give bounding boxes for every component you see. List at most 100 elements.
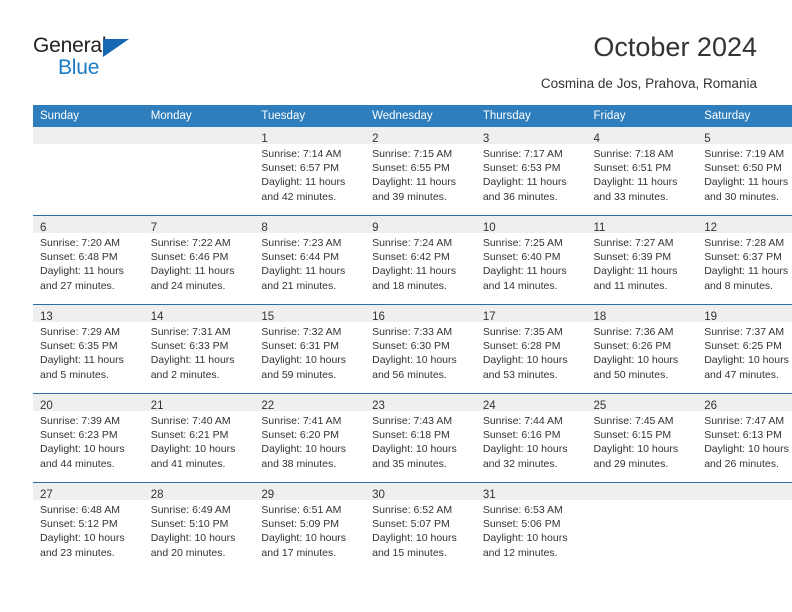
calendar-day-cell[interactable]: 9 Sunrise: 7:24 AM Sunset: 6:42 PM Daylight… bbox=[365, 215, 476, 305]
day-detail-line: Sunset: 6:30 PM bbox=[372, 340, 450, 353]
calendar-day-cell[interactable]: 10 Sunrise: 7:25 AM Sunset: 6:40 PM Dayligh… bbox=[475, 215, 587, 305]
day-detail-line: Sunset: 6:18 PM bbox=[372, 429, 450, 442]
day-detail-line: Sunrise: 7:15 AM bbox=[372, 148, 453, 160]
day-detail-line: and 17 minutes. bbox=[261, 546, 337, 559]
day-detail-line: Sunrise: 7:47 AM bbox=[704, 415, 785, 427]
day-detail-line: Sunrise: 7:39 AM bbox=[40, 415, 120, 427]
calendar-day-cell[interactable]: 19 Sunrise: 7:37 AM Sunset: 6:25 PM Dayligh… bbox=[697, 304, 792, 394]
calendar-day-cell[interactable]: 2 Sunrise: 7:15 AM Sunset: 6:55 PM Daylight… bbox=[365, 127, 476, 216]
date-strip: 10 bbox=[475, 216, 587, 234]
calendar-day-cell[interactable]: 23 Sunrise: 7:43 AM Sunset: 6:18 PM Dayligh… bbox=[365, 393, 476, 483]
day-number: 27 bbox=[40, 489, 53, 501]
calendar-day-cell[interactable]: 12 Sunrise: 7:28 AM Sunset: 6:37 PM Dayligh… bbox=[697, 215, 792, 305]
calendar-grid: Sunday Monday Tuesday Wednesday Thursday Frid… bbox=[33, 105, 792, 571]
day-detail-line: Sunrise: 7:24 AM bbox=[372, 237, 453, 249]
day-details: Sunrise: 6:48 AM Sunset: 5:12 PM Daylight:… bbox=[33, 500, 144, 560]
day-details: Sunrise: 7:19 AM Sunset: 6:50 PM Daylight:… bbox=[697, 144, 792, 204]
day-detail-line: Daylight: 11 hours bbox=[40, 354, 124, 367]
calendar-day-cell[interactable]: 22 Sunrise: 7:41 AM Sunset: 6:20 PM Dayligh… bbox=[254, 393, 366, 483]
day-detail-line: and 15 minutes. bbox=[372, 546, 447, 559]
calendar-day-cell[interactable]: 8 Sunrise: 7:23 AM Sunset: 6:44 PM Daylight… bbox=[254, 215, 366, 305]
day-details: Sunrise: 7:22 AM Sunset: 6:46 PM Daylight:… bbox=[144, 233, 255, 293]
day-detail-line: Sunset: 6:23 PM bbox=[40, 429, 118, 442]
calendar-day-cell[interactable]: 24 Sunrise: 7:44 AM Sunset: 6:16 PM Dayligh… bbox=[475, 393, 587, 483]
day-detail-line: Sunset: 6:40 PM bbox=[482, 251, 561, 264]
date-strip bbox=[143, 127, 255, 144]
day-number: 19 bbox=[704, 311, 718, 323]
date-strip: 21 bbox=[143, 394, 255, 412]
calendar-week-row: 1 Sunrise: 7:14 AM Sunset: 6:57 PM Daylight… bbox=[33, 127, 792, 216]
calendar-day-cell[interactable]: 28 Sunrise: 6:49 AM Sunset: 5:10 PM Dayligh… bbox=[143, 482, 255, 571]
date-strip: 31 bbox=[475, 483, 587, 501]
day-number: 21 bbox=[150, 400, 164, 412]
day-detail-line: Daylight: 11 hours bbox=[261, 265, 346, 278]
day-number: 25 bbox=[593, 400, 607, 412]
day-number: 14 bbox=[150, 311, 164, 323]
date-strip: 1 bbox=[254, 127, 366, 145]
date-strip: 12 bbox=[697, 216, 792, 234]
calendar-day-cell[interactable]: 3 Sunrise: 7:17 AM Sunset: 6:53 PM Daylight… bbox=[475, 127, 587, 216]
day-detail-line: Sunset: 6:35 PM bbox=[40, 340, 118, 353]
day-details: Sunrise: 6:51 AM Sunset: 5:09 PM Daylight:… bbox=[254, 500, 365, 560]
weekday-header-row: Sunday Monday Tuesday Wednesday Thursday Frid… bbox=[33, 105, 792, 127]
day-number: 28 bbox=[150, 489, 164, 501]
date-strip: 25 bbox=[586, 394, 698, 412]
day-details bbox=[33, 144, 144, 147]
day-detail-line: Daylight: 10 hours bbox=[482, 443, 568, 456]
date-strip: 20 bbox=[33, 394, 144, 412]
day-detail-line: and 30 minutes. bbox=[704, 190, 779, 203]
calendar-day-cell[interactable]: 26 Sunrise: 7:47 AM Sunset: 6:13 PM Dayligh… bbox=[697, 393, 792, 483]
calendar-day-cell[interactable]: 13 Sunrise: 7:29 AM Sunset: 6:35 PM Dayligh… bbox=[33, 304, 144, 394]
day-detail-line: Daylight: 11 hours bbox=[704, 265, 789, 278]
date-strip: 27 bbox=[33, 483, 144, 501]
calendar-day-cell[interactable]: 27 Sunrise: 6:48 AM Sunset: 5:12 PM Dayligh… bbox=[33, 482, 144, 571]
day-detail-line: Daylight: 11 hours bbox=[704, 176, 789, 189]
calendar-page: General Blue October 2024 Cosmina de Jos… bbox=[0, 0, 792, 612]
day-detail-line: Daylight: 10 hours bbox=[482, 354, 568, 367]
calendar-day-cell[interactable]: 6 Sunrise: 7:20 AM Sunset: 6:48 PM Daylight… bbox=[33, 215, 144, 305]
day-detail-line: Sunset: 5:12 PM bbox=[40, 518, 118, 531]
day-detail-line: Daylight: 11 hours bbox=[40, 265, 124, 278]
calendar-day-cell[interactable]: 31 Sunrise: 6:53 AM Sunset: 5:06 PM Dayligh… bbox=[475, 482, 587, 571]
day-details: Sunrise: 7:15 AM Sunset: 6:55 PM Daylight:… bbox=[365, 144, 476, 204]
date-strip: 5 bbox=[697, 127, 792, 145]
day-detail-line: Sunset: 6:44 PM bbox=[261, 251, 340, 264]
calendar-day-cell[interactable]: 29 Sunrise: 6:51 AM Sunset: 5:09 PM Dayligh… bbox=[254, 482, 366, 571]
calendar-day-cell[interactable]: 5 Sunrise: 7:19 AM Sunset: 6:50 PM Daylight… bbox=[697, 127, 792, 216]
day-detail-line: Daylight: 10 hours bbox=[261, 354, 347, 367]
calendar-day-cell[interactable]: 20 Sunrise: 7:39 AM Sunset: 6:23 PM Dayligh… bbox=[33, 393, 144, 483]
day-detail-line: Sunrise: 7:28 AM bbox=[704, 237, 785, 249]
day-detail-line: Daylight: 10 hours bbox=[482, 532, 568, 545]
date-strip: 23 bbox=[365, 394, 476, 412]
day-detail-line: Sunrise: 7:41 AM bbox=[261, 415, 342, 427]
date-strip: 9 bbox=[365, 216, 476, 234]
day-details bbox=[144, 144, 255, 147]
calendar-day-cell[interactable]: 17 Sunrise: 7:35 AM Sunset: 6:28 PM Dayligh… bbox=[475, 304, 587, 394]
day-details: Sunrise: 7:33 AM Sunset: 6:30 PM Daylight:… bbox=[365, 322, 476, 382]
calendar-day-cell[interactable]: 14 Sunrise: 7:31 AM Sunset: 6:33 PM Dayligh… bbox=[143, 304, 255, 394]
calendar-week-row: 27 Sunrise: 6:48 AM Sunset: 5:12 PM Dayligh… bbox=[33, 482, 792, 571]
calendar-day-cell[interactable]: 1 Sunrise: 7:14 AM Sunset: 6:57 PM Daylight… bbox=[254, 127, 366, 216]
day-details bbox=[697, 500, 792, 503]
calendar-day-cell[interactable]: 25 Sunrise: 7:45 AM Sunset: 6:15 PM Dayligh… bbox=[586, 393, 698, 483]
general-blue-logo[interactable]: General Blue bbox=[33, 34, 213, 88]
day-number: 30 bbox=[372, 489, 385, 501]
calendar-day-cell[interactable]: 30 Sunrise: 6:52 AM Sunset: 5:07 PM Dayligh… bbox=[365, 482, 476, 571]
calendar-day-cell[interactable]: 16 Sunrise: 7:33 AM Sunset: 6:30 PM Dayligh… bbox=[365, 304, 476, 394]
calendar-day-cell[interactable]: 15 Sunrise: 7:32 AM Sunset: 6:31 PM Dayligh… bbox=[254, 304, 366, 394]
calendar-day-cell[interactable]: 21 Sunrise: 7:40 AM Sunset: 6:21 PM Dayligh… bbox=[143, 393, 255, 483]
day-detail-line: Sunset: 6:26 PM bbox=[593, 340, 672, 353]
day-number: 9 bbox=[372, 222, 379, 234]
day-detail-line: Daylight: 11 hours bbox=[482, 176, 567, 189]
day-details: Sunrise: 6:49 AM Sunset: 5:10 PM Daylight:… bbox=[144, 500, 255, 560]
day-number: 4 bbox=[593, 133, 600, 145]
calendar-day-cell[interactable]: 18 Sunrise: 7:36 AM Sunset: 6:26 PM Dayligh… bbox=[586, 304, 698, 394]
calendar-day-cell[interactable]: 7 Sunrise: 7:22 AM Sunset: 6:46 PM Daylight… bbox=[143, 215, 255, 305]
day-details: Sunrise: 7:24 AM Sunset: 6:42 PM Daylight:… bbox=[365, 233, 476, 293]
calendar-day-cell[interactable]: 4 Sunrise: 7:18 AM Sunset: 6:51 PM Daylight… bbox=[586, 127, 698, 216]
day-details bbox=[587, 500, 698, 503]
calendar-day-cell[interactable]: 11 Sunrise: 7:27 AM Sunset: 6:39 PM Dayligh… bbox=[586, 215, 698, 305]
day-detail-line: and 44 minutes. bbox=[40, 457, 115, 470]
day-detail-line: and 39 minutes. bbox=[372, 190, 447, 203]
day-detail-line: and 36 minutes. bbox=[482, 190, 558, 203]
